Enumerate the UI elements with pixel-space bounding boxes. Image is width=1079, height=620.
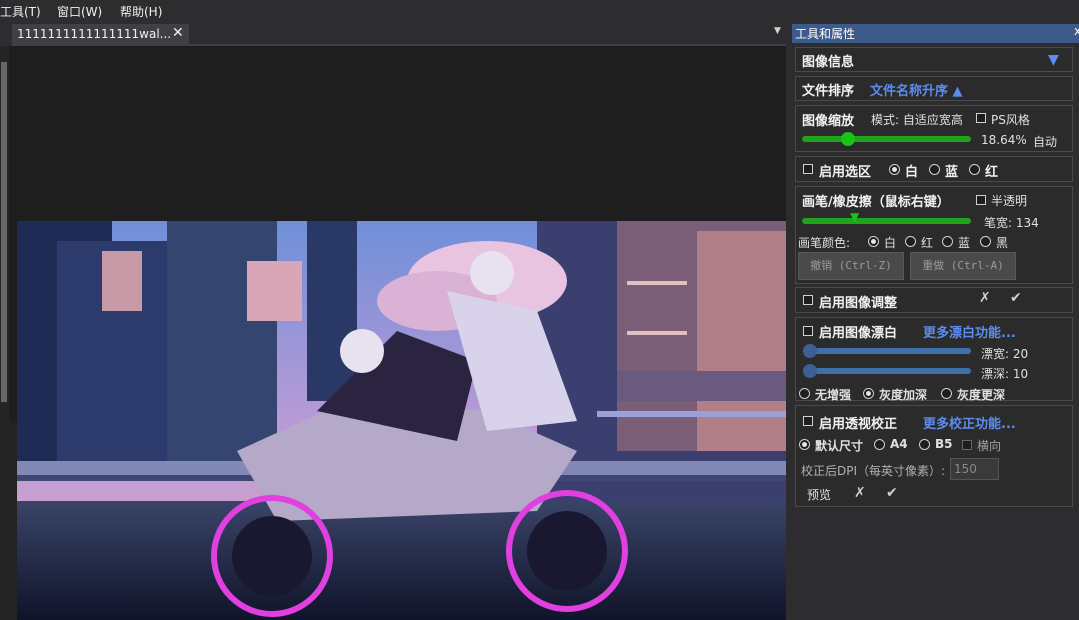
whiten-checkbox[interactable] (803, 326, 813, 336)
size-b5-radio[interactable] (919, 439, 930, 450)
undo-button[interactable]: 撤销 (Ctrl-Z) (798, 252, 904, 280)
zoom-slider[interactable] (802, 136, 971, 142)
brush-color-black: 黑 (996, 236, 1009, 250)
brush-width-label: 笔宽: 134 (984, 216, 1039, 230)
size-a4-radio[interactable] (874, 439, 885, 450)
whiten-width-thumb[interactable] (803, 344, 817, 358)
ps-style-checkbox[interactable] (976, 113, 986, 123)
panel-close-icon[interactable]: x (1074, 24, 1079, 38)
size-a4-label: A4 (890, 437, 908, 451)
close-icon[interactable]: ✕ (172, 25, 184, 41)
adjust-checkbox[interactable] (803, 295, 813, 305)
selection-red-radio[interactable] (969, 164, 980, 175)
whiten-deeper-label: 灰度更深 (957, 388, 1006, 402)
whiten-depth-thumb[interactable] (803, 364, 817, 378)
size-b5-label: B5 (935, 437, 953, 451)
perspective-ok-icon[interactable]: ✔ (886, 485, 898, 501)
semi-transparent-label: 半透明 (991, 194, 1028, 208)
brush-color-white-radio[interactable] (868, 236, 879, 247)
zoom-mode[interactable]: 模式: 自适应宽高 (871, 111, 963, 128)
brush-color-label: 画笔颜色: (798, 236, 851, 250)
preview-button[interactable]: 预览 (807, 486, 831, 503)
dpi-label: 校正后DPI（每英寸像素）: (801, 464, 946, 478)
zoom-auto[interactable]: 自动 (1033, 133, 1057, 150)
selection-blue-radio[interactable] (929, 164, 940, 175)
canvas-edge (9, 420, 17, 620)
brush-color-red: 红 (921, 236, 934, 250)
menu-bar: 工具(T) 窗口(W) 帮助(H) (0, 0, 1079, 22)
panel-title: 工具和属性 (795, 27, 856, 41)
selection-blue-label: 蓝 (945, 165, 959, 180)
whiten-deepen-radio[interactable] (863, 388, 874, 399)
whiten-none-label: 无增强 (815, 388, 852, 402)
dpi-input[interactable]: 150 (950, 458, 999, 480)
adjust-ok-icon[interactable]: ✔ (1010, 290, 1022, 306)
brush-slider-thumb[interactable]: ▼ (850, 210, 859, 224)
perspective-more-link[interactable]: 更多校正功能... (923, 413, 1016, 432)
tab-title: 1111111111111111wal... (17, 27, 172, 41)
adjust-label: 启用图像调整 (819, 296, 898, 311)
whiten-width-label: 漂宽: 20 (981, 347, 1029, 361)
semi-transparent-checkbox[interactable] (976, 195, 986, 205)
landscape-checkbox[interactable] (962, 440, 972, 450)
artwork-illustration (17, 221, 786, 620)
zoom-slider-thumb[interactable] (841, 132, 855, 146)
panel-header: 工具和属性 x (792, 24, 1079, 43)
tab-dropdown-icon[interactable]: ▼ (774, 26, 781, 36)
expand-arrow-icon[interactable]: ▼ (1048, 52, 1059, 68)
selection-white-radio[interactable] (889, 164, 900, 175)
menu-help[interactable]: 帮助(H) (120, 3, 162, 20)
whiten-deeper-radio[interactable] (941, 388, 952, 399)
whiten-deepen-label: 灰度加深 (879, 388, 928, 402)
brush-color-blue-radio[interactable] (942, 236, 953, 247)
selection-white-label: 白 (905, 165, 919, 180)
landscape-label: 横向 (977, 439, 1002, 453)
whiten-width-slider[interactable] (806, 348, 971, 354)
brush-color-red-radio[interactable] (905, 236, 916, 247)
perspective-label: 启用透视校正 (819, 417, 898, 432)
sort-value-link[interactable]: 文件名称升序 ▲ (870, 80, 963, 99)
size-default-label: 默认尺寸 (815, 439, 864, 453)
menu-tools[interactable]: 工具(T) (0, 3, 41, 20)
selection-label: 启用选区 (819, 165, 872, 180)
brush-width-slider[interactable] (802, 218, 971, 224)
brush-color-white: 白 (884, 236, 897, 250)
zoom-percent: 18.64% (981, 133, 1027, 147)
brush-label: 画笔/橡皮擦（鼠标右键） (802, 195, 950, 210)
scrollbar-thumb[interactable] (1, 62, 7, 402)
menu-window[interactable]: 窗口(W) (57, 3, 102, 20)
whiten-none-radio[interactable] (799, 388, 810, 399)
adjust-cancel-icon[interactable]: ✗ (979, 290, 991, 306)
vertical-scrollbar[interactable] (0, 46, 9, 620)
whiten-depth-label: 漂深: 10 (981, 367, 1029, 381)
whiten-more-link[interactable]: 更多漂白功能... (923, 322, 1016, 341)
redo-button[interactable]: 重做 (Ctrl-A) (910, 252, 1016, 280)
zoom-label: 图像缩放 (802, 114, 855, 129)
selection-red-label: 红 (985, 165, 999, 180)
whiten-depth-slider[interactable] (806, 368, 971, 374)
brush-color-black-radio[interactable] (980, 236, 991, 247)
perspective-cancel-icon[interactable]: ✗ (854, 485, 866, 501)
size-default-radio[interactable] (799, 439, 810, 450)
sort-label: 文件排序 (802, 84, 855, 99)
selection-checkbox[interactable] (803, 164, 813, 174)
document-image[interactable] (17, 221, 786, 620)
ps-style-label: PS风格 (991, 113, 1030, 127)
whiten-label: 启用图像漂白 (819, 326, 898, 341)
brush-color-blue: 蓝 (958, 236, 971, 250)
document-tab[interactable]: 1111111111111111wal... ✕ (12, 24, 189, 44)
perspective-checkbox[interactable] (803, 416, 813, 426)
image-info-label: 图像信息 (802, 55, 855, 70)
